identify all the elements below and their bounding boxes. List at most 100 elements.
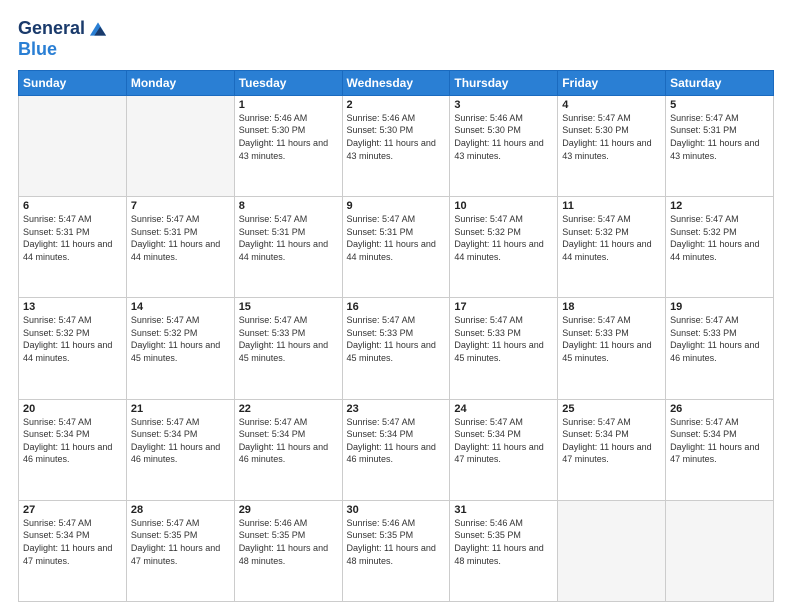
calendar-cell: 26Sunrise: 5:47 AMSunset: 5:34 PMDayligh… xyxy=(666,399,774,500)
day-number: 26 xyxy=(670,403,769,415)
day-number: 2 xyxy=(347,99,446,111)
day-number: 23 xyxy=(347,403,446,415)
day-info: Sunrise: 5:47 AMSunset: 5:32 PMDaylight:… xyxy=(454,213,553,263)
calendar-cell: 22Sunrise: 5:47 AMSunset: 5:34 PMDayligh… xyxy=(234,399,342,500)
day-info: Sunrise: 5:47 AMSunset: 5:34 PMDaylight:… xyxy=(131,416,230,466)
day-number: 18 xyxy=(562,301,661,313)
calendar-cell: 11Sunrise: 5:47 AMSunset: 5:32 PMDayligh… xyxy=(558,197,666,298)
day-info: Sunrise: 5:47 AMSunset: 5:31 PMDaylight:… xyxy=(347,213,446,263)
day-info: Sunrise: 5:47 AMSunset: 5:31 PMDaylight:… xyxy=(239,213,338,263)
day-number: 8 xyxy=(239,200,338,212)
day-info: Sunrise: 5:47 AMSunset: 5:34 PMDaylight:… xyxy=(670,416,769,466)
calendar-week-row: 1 Sunrise: 5:46 AMSunset: 5:30 PMDaylight… xyxy=(19,95,774,196)
calendar-cell: 3Sunrise: 5:46 AMSunset: 5:30 PMDaylight… xyxy=(450,95,558,196)
day-number: 20 xyxy=(23,403,122,415)
day-info: Sunrise: 5:47 AMSunset: 5:30 PMDaylight:… xyxy=(562,112,661,162)
day-number: 21 xyxy=(131,403,230,415)
calendar-cell: 1Sunrise: 5:46 AMSunset: 5:30 PMDaylight… xyxy=(234,95,342,196)
weekday-header-tuesday: Tuesday xyxy=(234,70,342,95)
day-number: 9 xyxy=(347,200,446,212)
calendar-cell: 30Sunrise: 5:46 AMSunset: 5:35 PMDayligh… xyxy=(342,500,450,601)
calendar-week-row: 27Sunrise: 5:47 AMSunset: 5:34 PMDayligh… xyxy=(19,500,774,601)
day-number: 13 xyxy=(23,301,122,313)
page: General Blue SundayMondayTuesdayWednesda… xyxy=(0,0,792,612)
calendar-cell: 23Sunrise: 5:47 AMSunset: 5:34 PMDayligh… xyxy=(342,399,450,500)
calendar-cell: 29Sunrise: 5:46 AMSunset: 5:35 PMDayligh… xyxy=(234,500,342,601)
calendar-cell: 4Sunrise: 5:47 AMSunset: 5:30 PMDaylight… xyxy=(558,95,666,196)
day-info: Sunrise: 5:47 AMSunset: 5:34 PMDaylight:… xyxy=(239,416,338,466)
calendar-cell: 8Sunrise: 5:47 AMSunset: 5:31 PMDaylight… xyxy=(234,197,342,298)
day-number: 17 xyxy=(454,301,553,313)
calendar-cell: 18Sunrise: 5:47 AMSunset: 5:33 PMDayligh… xyxy=(558,298,666,399)
calendar-cell: 28Sunrise: 5:47 AMSunset: 5:35 PMDayligh… xyxy=(126,500,234,601)
day-number: 10 xyxy=(454,200,553,212)
day-number: 31 xyxy=(454,504,553,516)
day-info: Sunrise: 5:47 AMSunset: 5:34 PMDaylight:… xyxy=(454,416,553,466)
calendar-table: SundayMondayTuesdayWednesdayThursdayFrid… xyxy=(18,70,774,602)
day-info: Sunrise: 5:47 AMSunset: 5:33 PMDaylight:… xyxy=(347,314,446,364)
calendar-cell: 6Sunrise: 5:47 AMSunset: 5:31 PMDaylight… xyxy=(19,197,127,298)
calendar-cell: 16Sunrise: 5:47 AMSunset: 5:33 PMDayligh… xyxy=(342,298,450,399)
day-info: Sunrise: 5:47 AMSunset: 5:34 PMDaylight:… xyxy=(23,517,122,567)
day-number: 19 xyxy=(670,301,769,313)
day-info: Sunrise: 5:47 AMSunset: 5:33 PMDaylight:… xyxy=(239,314,338,364)
day-number: 14 xyxy=(131,301,230,313)
logo-icon xyxy=(87,18,109,40)
day-info: Sunrise: 5:47 AMSunset: 5:32 PMDaylight:… xyxy=(670,213,769,263)
day-info: Sunrise: 5:47 AMSunset: 5:34 PMDaylight:… xyxy=(23,416,122,466)
day-info: Sunrise: 5:47 AMSunset: 5:32 PMDaylight:… xyxy=(23,314,122,364)
calendar-cell: 7Sunrise: 5:47 AMSunset: 5:31 PMDaylight… xyxy=(126,197,234,298)
day-number: 28 xyxy=(131,504,230,516)
logo-text-general: General xyxy=(18,19,85,39)
day-number: 29 xyxy=(239,504,338,516)
calendar-cell: 25Sunrise: 5:47 AMSunset: 5:34 PMDayligh… xyxy=(558,399,666,500)
day-number: 4 xyxy=(562,99,661,111)
day-number: 7 xyxy=(131,200,230,212)
weekday-header-row: SundayMondayTuesdayWednesdayThursdayFrid… xyxy=(19,70,774,95)
day-number: 16 xyxy=(347,301,446,313)
day-number: 30 xyxy=(347,504,446,516)
calendar-cell: 19Sunrise: 5:47 AMSunset: 5:33 PMDayligh… xyxy=(666,298,774,399)
calendar-cell: 15Sunrise: 5:47 AMSunset: 5:33 PMDayligh… xyxy=(234,298,342,399)
day-number: 25 xyxy=(562,403,661,415)
day-number: 22 xyxy=(239,403,338,415)
day-info: Sunrise: 5:47 AMSunset: 5:32 PMDaylight:… xyxy=(562,213,661,263)
weekday-header-wednesday: Wednesday xyxy=(342,70,450,95)
calendar-cell: 17Sunrise: 5:47 AMSunset: 5:33 PMDayligh… xyxy=(450,298,558,399)
day-info: Sunrise: 5:46 AMSunset: 5:35 PMDaylight:… xyxy=(347,517,446,567)
day-info: Sunrise: 5:46 AMSunset: 5:35 PMDaylight:… xyxy=(239,517,338,567)
calendar-cell: 9Sunrise: 5:47 AMSunset: 5:31 PMDaylight… xyxy=(342,197,450,298)
calendar-cell: 20Sunrise: 5:47 AMSunset: 5:34 PMDayligh… xyxy=(19,399,127,500)
logo: General Blue xyxy=(18,18,109,60)
weekday-header-thursday: Thursday xyxy=(450,70,558,95)
day-info: Sunrise: 5:47 AMSunset: 5:31 PMDaylight:… xyxy=(131,213,230,263)
calendar-cell: 14Sunrise: 5:47 AMSunset: 5:32 PMDayligh… xyxy=(126,298,234,399)
day-info: Sunrise: 5:46 AMSunset: 5:30 PMDaylight:… xyxy=(347,112,446,162)
calendar-cell: 27Sunrise: 5:47 AMSunset: 5:34 PMDayligh… xyxy=(19,500,127,601)
day-info: Sunrise: 5:47 AMSunset: 5:31 PMDaylight:… xyxy=(23,213,122,263)
calendar-cell xyxy=(666,500,774,601)
day-info: Sunrise: 5:47 AMSunset: 5:33 PMDaylight:… xyxy=(670,314,769,364)
calendar-cell xyxy=(558,500,666,601)
weekday-header-sunday: Sunday xyxy=(19,70,127,95)
day-number: 27 xyxy=(23,504,122,516)
header: General Blue xyxy=(18,18,774,60)
calendar-cell xyxy=(19,95,127,196)
calendar-cell: 2Sunrise: 5:46 AMSunset: 5:30 PMDaylight… xyxy=(342,95,450,196)
weekday-header-friday: Friday xyxy=(558,70,666,95)
day-info: Sunrise: 5:47 AMSunset: 5:31 PMDaylight:… xyxy=(670,112,769,162)
calendar-week-row: 20Sunrise: 5:47 AMSunset: 5:34 PMDayligh… xyxy=(19,399,774,500)
day-info: Sunrise: 5:47 AMSunset: 5:35 PMDaylight:… xyxy=(131,517,230,567)
calendar-cell: 13Sunrise: 5:47 AMSunset: 5:32 PMDayligh… xyxy=(19,298,127,399)
day-info: Sunrise: 5:47 AMSunset: 5:34 PMDaylight:… xyxy=(562,416,661,466)
calendar-cell: 12Sunrise: 5:47 AMSunset: 5:32 PMDayligh… xyxy=(666,197,774,298)
day-number: 3 xyxy=(454,99,553,111)
logo-text-blue: Blue xyxy=(18,40,109,60)
day-info: Sunrise: 5:47 AMSunset: 5:34 PMDaylight:… xyxy=(347,416,446,466)
day-info: Sunrise: 5:47 AMSunset: 5:33 PMDaylight:… xyxy=(562,314,661,364)
calendar-week-row: 13Sunrise: 5:47 AMSunset: 5:32 PMDayligh… xyxy=(19,298,774,399)
day-info: Sunrise: 5:46 AMSunset: 5:30 PMDaylight:… xyxy=(454,112,553,162)
calendar-week-row: 6Sunrise: 5:47 AMSunset: 5:31 PMDaylight… xyxy=(19,197,774,298)
day-number: 1 xyxy=(239,99,338,111)
day-number: 6 xyxy=(23,200,122,212)
